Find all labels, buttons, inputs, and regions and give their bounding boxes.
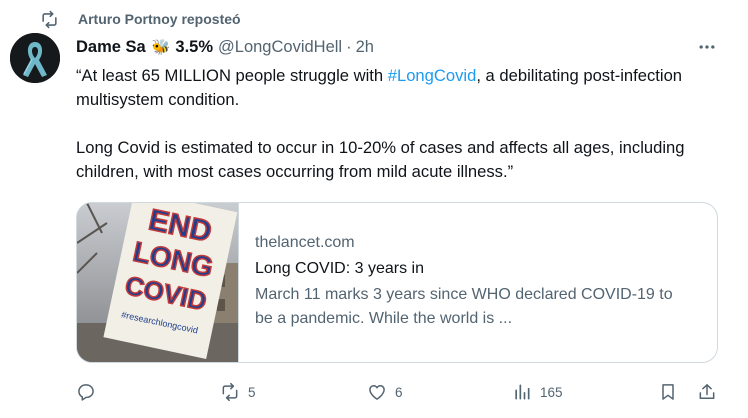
hashtag-link[interactable]: #LongCovid xyxy=(388,66,477,85)
awareness-ribbon-icon xyxy=(10,33,60,83)
repost-button[interactable]: 5 xyxy=(220,378,256,406)
card-image: END LONG COVID #researchlongcovid xyxy=(77,203,239,362)
bookmark-button[interactable] xyxy=(658,378,678,406)
author-handle[interactable]: @LongCovidHell xyxy=(218,38,342,57)
reply-button[interactable] xyxy=(76,378,104,406)
card-domain: thelancet.com xyxy=(255,234,355,251)
avatar[interactable] xyxy=(10,33,60,83)
bee-emoji-icon: 🐝 xyxy=(151,39,171,56)
repost-icon xyxy=(38,9,60,29)
separator-dot: · xyxy=(346,37,352,56)
tweet-text: “At least 65 MILLION people struggle wit… xyxy=(76,64,726,184)
like-button[interactable]: 6 xyxy=(367,378,403,406)
tweet-header: Dame Sa 🐝 3.5% @LongCovidHell · 2h xyxy=(76,36,374,58)
repost-icon xyxy=(222,382,238,402)
views-button[interactable]: 165 xyxy=(512,378,563,406)
author-name[interactable]: Dame Sa xyxy=(76,38,146,57)
tweet-paragraph-2: Long Covid is estimated to occur in 10-2… xyxy=(76,138,685,181)
tweet-paragraph-1: “At least 65 MILLION people struggle wit… xyxy=(76,66,683,109)
share-icon xyxy=(699,384,715,399)
more-options-icon[interactable] xyxy=(696,37,718,57)
bookmark-icon xyxy=(662,384,674,400)
link-card[interactable]: END LONG COVID #researchlongcovid thelan… xyxy=(76,202,718,363)
card-body[interactable]: thelancet.com Long COVID: 3 years in Mar… xyxy=(239,203,717,362)
repost-count: 5 xyxy=(248,384,256,400)
action-bar: 5 6 165 xyxy=(0,378,748,406)
card-title: Long COVID: 3 years in xyxy=(255,260,424,277)
heart-icon xyxy=(369,385,385,400)
reply-icon xyxy=(78,384,94,401)
like-count: 6 xyxy=(395,384,403,400)
card-description: March 11 marks 3 years since WHO declare… xyxy=(255,286,673,327)
author-name-suffix[interactable]: 3.5% xyxy=(175,38,213,57)
share-button[interactable] xyxy=(697,378,717,406)
timestamp[interactable]: 2h xyxy=(356,38,374,57)
repost-context-text: Arturo Portnoy reposteó xyxy=(78,11,241,27)
views-count: 165 xyxy=(540,384,563,400)
repost-context[interactable]: Arturo Portnoy reposteó xyxy=(38,9,241,29)
views-chart-icon xyxy=(515,384,530,400)
